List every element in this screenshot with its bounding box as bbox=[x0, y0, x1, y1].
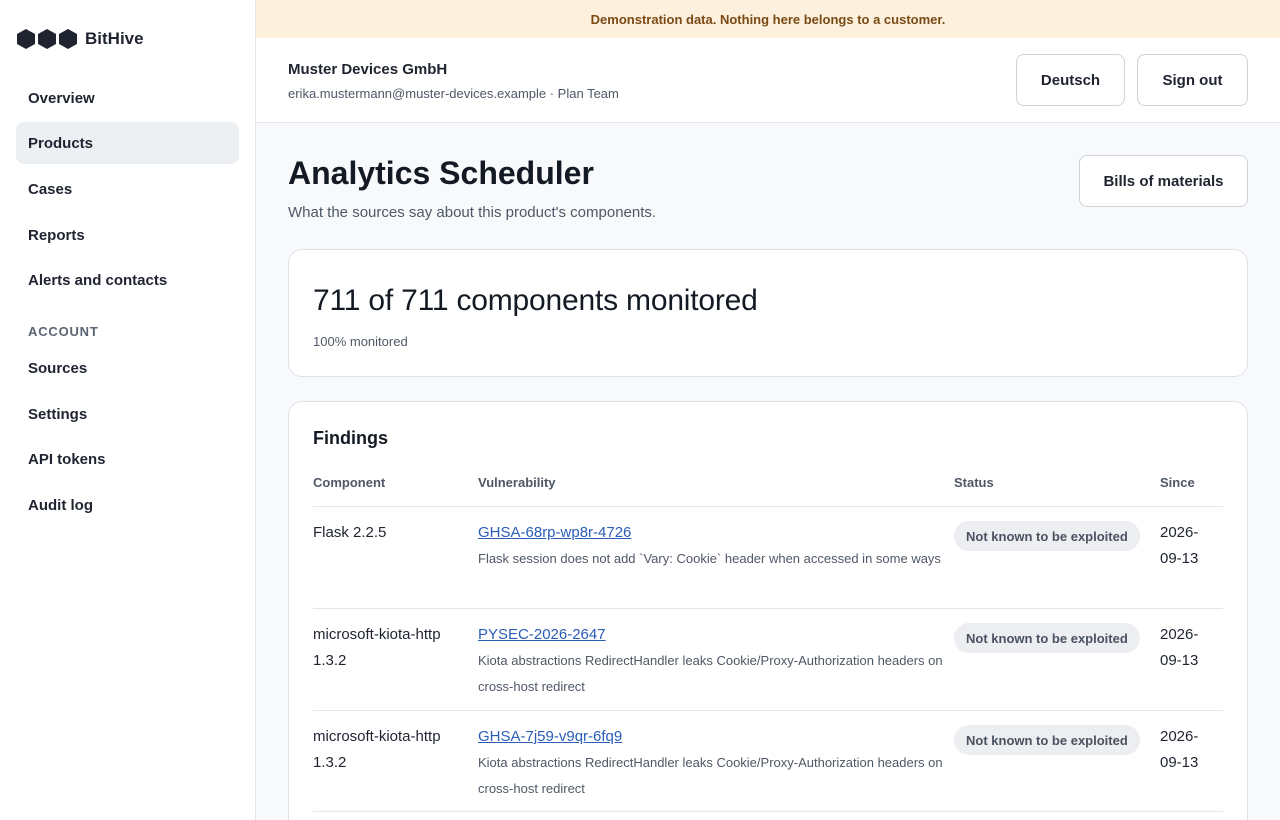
table-row: microsoft-kiota-http 1.3.2 GHSA-7j59-v9q… bbox=[289, 710, 1247, 811]
finding-component: Flask 2.2.5 bbox=[313, 524, 387, 541]
sidebar-item-sources[interactable]: Sources bbox=[16, 347, 239, 389]
sidebar-item-audit-log[interactable]: Audit log bbox=[16, 484, 239, 526]
bills-of-materials-button[interactable]: Bills of materials bbox=[1079, 155, 1248, 207]
top-header: Muster Devices GmbH erika.mustermann@mus… bbox=[256, 38, 1280, 123]
vulnerability-description: Kiota abstractions RedirectHandler leaks… bbox=[478, 653, 943, 694]
finding-vulnerability: GHSA-7j59-v9qr-6fq9 Kiota abstractions R… bbox=[478, 724, 948, 802]
monitoring-summary-card: 711 of 711 components monitored 100% mon… bbox=[288, 249, 1248, 377]
vulnerability-description: Kiota abstractions RedirectHandler leaks… bbox=[478, 755, 943, 796]
finding-since: 2026-09-13 bbox=[1160, 728, 1199, 771]
demo-banner: Demonstration data. Nothing here belongs… bbox=[256, 0, 1280, 38]
page-title: Analytics Scheduler bbox=[288, 155, 594, 191]
user-email-plan: erika.mustermann@muster-devices.example … bbox=[288, 86, 619, 101]
org-name: Muster Devices GmbH bbox=[288, 61, 448, 78]
column-header-component: Component bbox=[313, 475, 386, 490]
finding-since: 2026-09-13 bbox=[1160, 626, 1199, 669]
column-header-status: Status bbox=[954, 475, 994, 490]
sidebar-item-cases[interactable]: Cases bbox=[16, 168, 239, 210]
findings-title: Findings bbox=[313, 428, 388, 448]
finding-vulnerability: PYSEC-2026-2647 Kiota abstractions Redir… bbox=[478, 622, 948, 700]
status-badge: Not known to be exploited bbox=[954, 521, 1140, 551]
table-row: microsoft-kiota-http 1.3.2 PYSEC-2026-26… bbox=[289, 608, 1247, 709]
sidebar-section-account: ACCOUNT bbox=[28, 324, 99, 339]
column-header-vulnerability: Vulnerability bbox=[478, 475, 556, 490]
vulnerability-link[interactable]: GHSA-7j59-v9qr-6fq9 bbox=[478, 728, 622, 745]
vulnerability-link[interactable]: GHSA-68rp-wp8r-4726 bbox=[478, 524, 631, 541]
findings-card: Findings Component Vulnerability Status … bbox=[288, 401, 1248, 820]
brand[interactable]: BitHive bbox=[16, 28, 144, 50]
page-subtitle: What the sources say about this product'… bbox=[288, 204, 657, 221]
brand-name: BitHive bbox=[85, 29, 144, 48]
monitored-count: 711 of 711 components monitored bbox=[313, 284, 758, 317]
vulnerability-link[interactable]: PYSEC-2026-2647 bbox=[478, 626, 606, 643]
sidebar: BitHive Overview Products Cases Reports … bbox=[0, 0, 256, 820]
sidebar-item-api-tokens[interactable]: API tokens bbox=[16, 438, 239, 480]
column-header-since: Since bbox=[1160, 475, 1195, 490]
finding-vulnerability: GHSA-68rp-wp8r-4726 Flask session does n… bbox=[478, 520, 948, 572]
finding-since: 2026-09-13 bbox=[1160, 524, 1199, 567]
table-divider bbox=[313, 811, 1223, 812]
status-badge: Not known to be exploited bbox=[954, 725, 1140, 755]
sidebar-item-alerts-and-contacts[interactable]: Alerts and contacts bbox=[16, 259, 239, 301]
hexagons-logo-icon bbox=[17, 29, 77, 49]
sidebar-item-reports[interactable]: Reports bbox=[16, 214, 239, 256]
finding-component: microsoft-kiota-http 1.3.2 bbox=[313, 626, 441, 669]
sidebar-item-products[interactable]: Products bbox=[16, 122, 239, 164]
sidebar-item-settings[interactable]: Settings bbox=[16, 393, 239, 435]
sidebar-item-overview[interactable]: Overview bbox=[16, 77, 239, 119]
language-button[interactable]: Deutsch bbox=[1016, 54, 1125, 106]
finding-component: microsoft-kiota-http 1.3.2 bbox=[313, 728, 441, 771]
monitored-percent: 100% monitored bbox=[313, 334, 408, 349]
vulnerability-description: Flask session does not add `Vary: Cookie… bbox=[478, 551, 941, 566]
table-row: Flask 2.2.5 GHSA-68rp-wp8r-4726 Flask se… bbox=[289, 506, 1247, 607]
status-badge: Not known to be exploited bbox=[954, 623, 1140, 653]
sign-out-button[interactable]: Sign out bbox=[1137, 54, 1248, 106]
